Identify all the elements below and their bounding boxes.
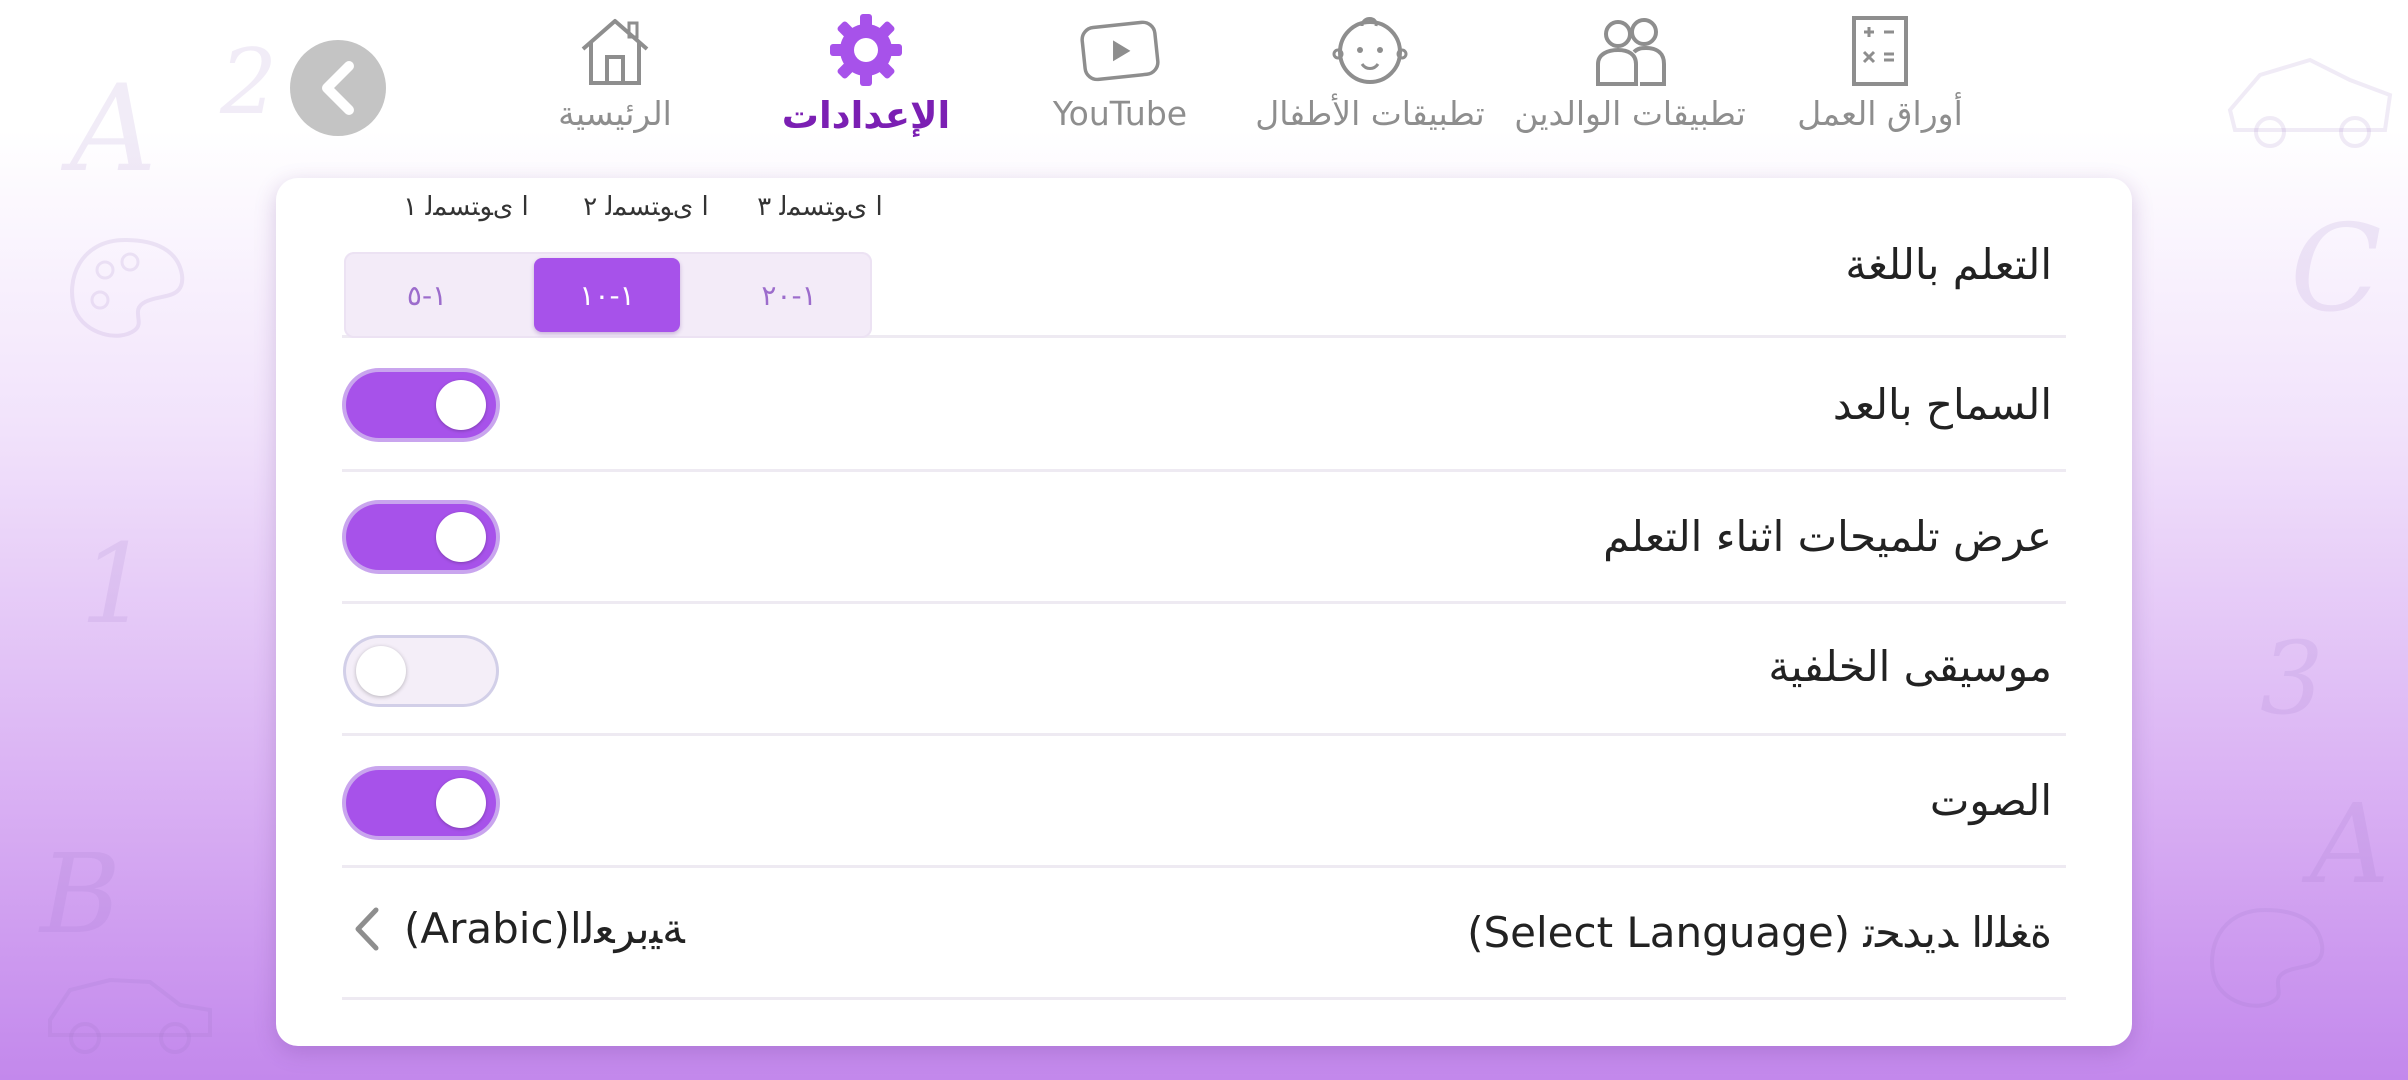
range-option-1-5[interactable]: ١-٥ [354,258,500,332]
nav-item-worksheets[interactable]: أوراق العمل [1795,10,1965,140]
palette-doodle-icon [70,237,185,338]
show-hints-toggle[interactable] [346,504,496,570]
allow-counting-label: السماح بالعد [1832,380,2052,429]
letter-b-doodle: B [40,830,121,958]
level-captions: ا ﯼﻮﺘﺴﻤﻟ ٣ ا ﯼﻮﺘﺴﻤﻟ ٢ ا ﯼﻮﺘﺴﻤﻟ ١ [356,192,883,232]
nav-item-kids-apps[interactable]: تطبيقات الأطفال [1255,10,1485,140]
settings-row-allow-counting: السماح بالعد [342,338,2066,472]
settings-card: ا ﯼﻮﺘﺴﻤﻟ ٣ ا ﯼﻮﺘﺴﻤﻟ ٢ ا ﯼﻮﺘﺴﻤﻟ ١ ١-٢٠ ١-… [276,178,2132,1046]
settings-row-sound: الصوت [342,736,2066,868]
settings-row-learning: ا ﯼﻮﺘﺴﻤﻟ ٣ ا ﯼﻮﺘﺴﻤﻟ ٢ ا ﯼﻮﺘﺴﻤﻟ ١ ١-٢٠ ١-… [342,178,2066,338]
nav-item-parents-apps[interactable]: تطبيقات الوالدين [1514,10,1746,140]
baby-face-icon [1330,10,1410,90]
house-icon [575,10,655,90]
level-caption-2: ا ﯼﻮﺘﺴﻤﻟ ٢ [583,192,709,222]
learning-range-selector: ١-٢٠ ١-١٠ ١-٥ [344,252,872,338]
settings-row-language[interactable]: (Arabic)ﺔﻴﺑﺮﻌﻟﺍ (Select Language) ﺓﻐﻠﻟﺍ … [342,868,2066,1000]
show-hints-label: عرض تلميحات اثناء التعلم [1603,512,2052,561]
car-doodle-icon [48,977,212,1054]
toggle-knob [436,778,486,828]
learning-label: التعلم باللغة [1845,240,2052,289]
nav-label-kids-apps: تطبيقات الأطفال [1255,94,1485,133]
palette-doodle-right-icon [2210,907,2325,1008]
letter-c-doodle: C [2290,200,2382,339]
language-value-text: (Arabic)ﺔﻴﺑﺮﻌﻟﺍ [404,904,685,953]
language-value[interactable]: (Arabic)ﺔﻴﺑﺮﻌﻟﺍ [352,904,685,953]
allow-counting-toggle[interactable] [346,372,496,438]
nav-item-youtube[interactable]: YouTube [1040,10,1200,140]
parents-icon [1590,10,1670,90]
toggle-knob [356,646,406,696]
gear-icon [826,10,906,90]
range-option-1-20[interactable]: ١-٢٠ [716,258,862,332]
chevron-left-icon [355,907,379,950]
nav-label-home: الرئيسية [558,94,672,133]
toggle-knob [436,512,486,562]
nav-item-settings[interactable]: الإعدادات [782,10,950,140]
nav-label-parents-apps: تطبيقات الوالدين [1514,94,1746,133]
nav-label-settings: الإعدادات [781,94,951,137]
level-caption-1: ا ﯼﻮﺘﺴﻤﻟ ١ [403,192,529,222]
background-music-label: موسيقى الخلفية [1768,642,2052,691]
sound-label: الصوت [1929,776,2052,825]
chevron-left-icon [322,61,354,115]
nav-item-home[interactable]: الرئيسية [555,10,675,140]
letter-a2-doodle: A [2310,780,2390,908]
level-caption-3: ا ﯼﻮﺘﺴﻤﻟ ٣ [757,192,883,222]
worksheet-icon [1840,10,1920,90]
nav-label-youtube: YouTube [1052,94,1188,133]
language-label: (Select Language) ﺓﻐﻠﻟﺍ ﺪﻳﺪﺤﺗ [1467,908,2052,957]
settings-row-show-hints: عرض تلميحات اثناء التعلم [342,472,2066,604]
number-3-doodle: 3 [2260,620,2324,737]
back-button[interactable] [290,40,386,136]
number-1-doodle: 1 [80,520,150,648]
toggle-knob [436,380,486,430]
nav-label-worksheets: أوراق العمل [1797,94,1963,133]
sound-toggle[interactable] [346,770,496,836]
top-nav: الرئيسية الإعدادات YouTube تطبيقات الأطف… [0,0,2408,160]
settings-row-background-music: موسيقى الخلفية [342,604,2066,736]
youtube-icon [1080,10,1160,90]
background-music-toggle[interactable] [346,638,496,704]
range-option-1-10[interactable]: ١-١٠ [534,258,680,332]
